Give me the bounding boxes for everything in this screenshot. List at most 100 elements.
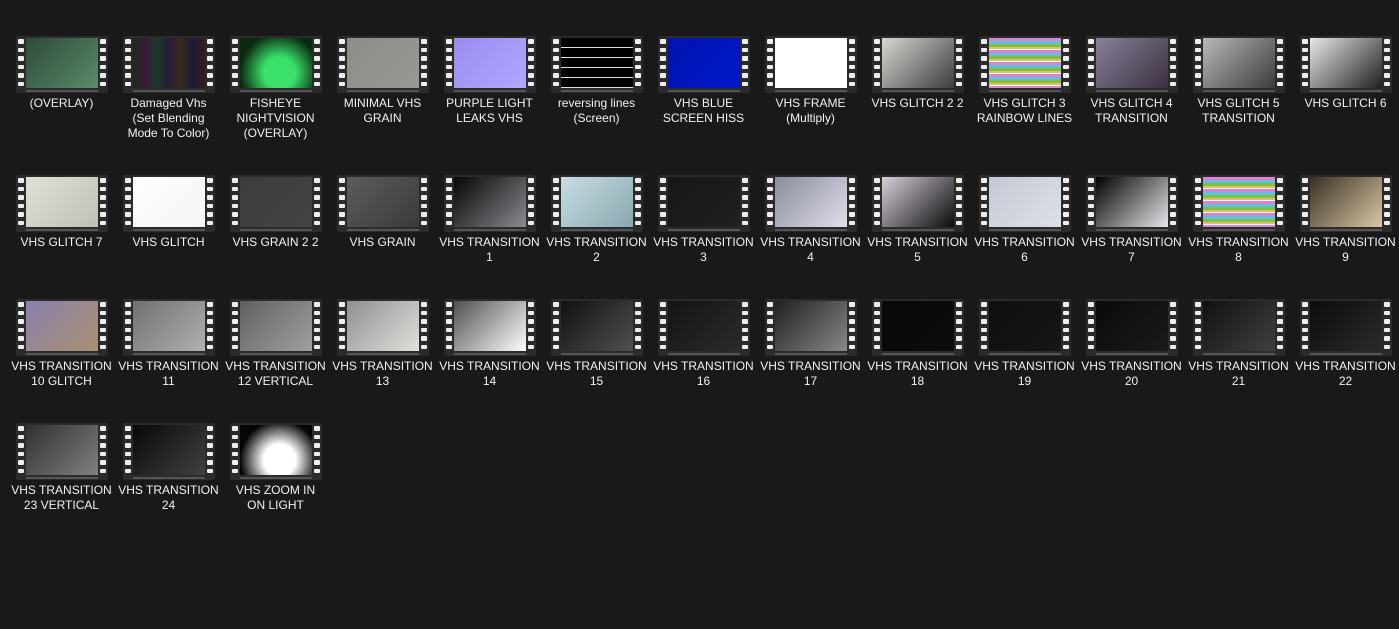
video-file-item[interactable]: VHS TRANSITION 16 [650,299,757,389]
video-file-item[interactable]: VHS TRANSITION 20 [1078,299,1185,389]
file-name-label: VHS TRANSITION 3 [653,235,754,264]
video-file-item[interactable]: VHS GLITCH 2 2 [864,36,971,111]
video-thumbnail [15,175,108,232]
video-file-item[interactable]: VHS GRAIN 2 2 [222,175,329,250]
thumbnail-image [132,177,205,227]
file-name-label: Damaged Vhs (Set Blending Mode To Color) [127,96,210,140]
file-name-label: (OVERLAY) [29,96,94,110]
video-file-item[interactable]: VHS FRAME (Multiply) [757,36,864,126]
video-thumbnail [978,36,1071,93]
video-file-item[interactable]: MINIMAL VHS GRAIN [329,36,436,126]
thumbnail-image [132,425,205,475]
film-strip-icon [99,302,106,349]
video-thumbnail [550,299,643,356]
file-name-label: VHS TRANSITION 14 [439,359,540,388]
thumbnail-image [25,177,98,227]
film-strip-icon [420,302,427,349]
video-file-item[interactable]: FISHEYE NIGHTVISION (OVERLAY) [222,36,329,141]
thumbnail-image [1202,38,1275,88]
thumbnail-image [453,301,526,351]
video-thumbnail [871,299,964,356]
video-file-item[interactable]: VHS GLITCH 3 RAINBOW LINES [971,36,1078,126]
video-file-item[interactable]: VHS TRANSITION 10 GLITCH [8,299,115,389]
film-strip-icon [445,178,452,225]
film-strip-icon [231,302,238,349]
film-strip-icon [338,39,345,86]
video-file-item[interactable]: VHS TRANSITION 21 [1185,299,1292,389]
video-thumbnail [336,36,429,93]
video-file-item[interactable]: VHS TRANSITION 24 [115,423,222,513]
thumbnail-image [1202,301,1275,351]
thumbnail-image [1095,301,1168,351]
film-strip-icon [1087,302,1094,349]
video-file-item[interactable]: VHS GLITCH 7 [8,175,115,250]
film-strip-icon [231,178,238,225]
thumbnail-image [132,301,205,351]
video-file-item[interactable]: VHS TRANSITION 22 [1292,299,1399,389]
thumbnail-image [1202,177,1275,227]
thumbnail-image [25,38,98,88]
film-strip-icon [1087,178,1094,225]
video-file-item[interactable]: VHS TRANSITION 12 VERTICAL [222,299,329,389]
thumbnail-image [774,301,847,351]
video-thumbnail [550,36,643,93]
film-strip-icon [1383,178,1390,225]
video-file-item[interactable]: VHS TRANSITION 9 [1292,175,1399,265]
film-strip-icon [634,302,641,349]
file-name-label: VHS TRANSITION 24 [118,483,219,512]
film-strip-icon [1194,302,1201,349]
film-strip-icon [1301,178,1308,225]
thumbnail-image [881,301,954,351]
video-file-item[interactable]: VHS TRANSITION 5 [864,175,971,265]
thumbnail-image [1095,177,1168,227]
video-file-item[interactable]: VHS GLITCH 6 [1292,36,1399,111]
video-file-item[interactable]: VHS TRANSITION 13 [329,299,436,389]
video-file-item[interactable]: VHS TRANSITION 15 [543,299,650,389]
video-file-item[interactable]: VHS TRANSITION 2 [543,175,650,265]
video-file-item[interactable]: reversing lines (Screen) [543,36,650,126]
file-name-label: VHS GRAIN 2 2 [232,235,319,249]
video-file-item[interactable]: VHS TRANSITION 14 [436,299,543,389]
video-file-item[interactable]: VHS GRAIN [329,175,436,250]
video-file-item[interactable]: PURPLE LIGHT LEAKS VHS [436,36,543,126]
video-file-item[interactable]: VHS GLITCH 5 TRANSITION [1185,36,1292,126]
film-strip-icon [445,39,452,86]
video-thumbnail [1085,299,1178,356]
file-name-label: VHS TRANSITION 16 [653,359,754,388]
video-thumbnail [15,423,108,480]
file-name-label: VHS TRANSITION 19 [974,359,1075,388]
video-thumbnail [122,299,215,356]
film-strip-icon [955,39,962,86]
video-file-item[interactable]: VHS TRANSITION 17 [757,299,864,389]
video-thumbnail [229,175,322,232]
file-name-label: VHS TRANSITION 9 [1295,235,1396,264]
video-file-item[interactable]: VHS TRANSITION 11 [115,299,222,389]
film-strip-icon [873,178,880,225]
video-file-item[interactable]: VHS GLITCH 4 TRANSITION [1078,36,1185,126]
film-strip-icon [527,178,534,225]
video-file-item[interactable]: Damaged Vhs (Set Blending Mode To Color) [115,36,222,141]
video-file-item[interactable]: VHS TRANSITION 7 [1078,175,1185,265]
video-file-item[interactable]: VHS TRANSITION 3 [650,175,757,265]
video-file-item[interactable]: VHS TRANSITION 23 VERTICAL [8,423,115,513]
video-file-item[interactable]: VHS TRANSITION 18 [864,299,971,389]
thumbnail-image [1095,38,1168,88]
video-file-item[interactable]: VHS TRANSITION 8 [1185,175,1292,265]
film-strip-icon [741,178,748,225]
video-file-item[interactable]: (OVERLAY) [8,36,115,111]
video-file-item[interactable]: VHS GLITCH [115,175,222,250]
video-file-item[interactable]: VHS TRANSITION 19 [971,299,1078,389]
video-file-item[interactable]: VHS ZOOM IN ON LIGHT [222,423,329,513]
video-thumbnail [15,299,108,356]
film-strip-icon [124,178,131,225]
film-strip-icon [1194,39,1201,86]
video-file-item[interactable]: VHS TRANSITION 4 [757,175,864,265]
video-thumbnail [657,36,750,93]
film-strip-icon [313,302,320,349]
video-file-item[interactable]: VHS BLUE SCREEN HISS [650,36,757,126]
thumbnail-image [560,38,633,88]
video-file-item[interactable]: VHS TRANSITION 6 [971,175,1078,265]
video-file-item[interactable]: VHS TRANSITION 1 [436,175,543,265]
file-name-label: VHS ZOOM IN ON LIGHT [235,483,316,512]
thumbnail-image [239,301,312,351]
